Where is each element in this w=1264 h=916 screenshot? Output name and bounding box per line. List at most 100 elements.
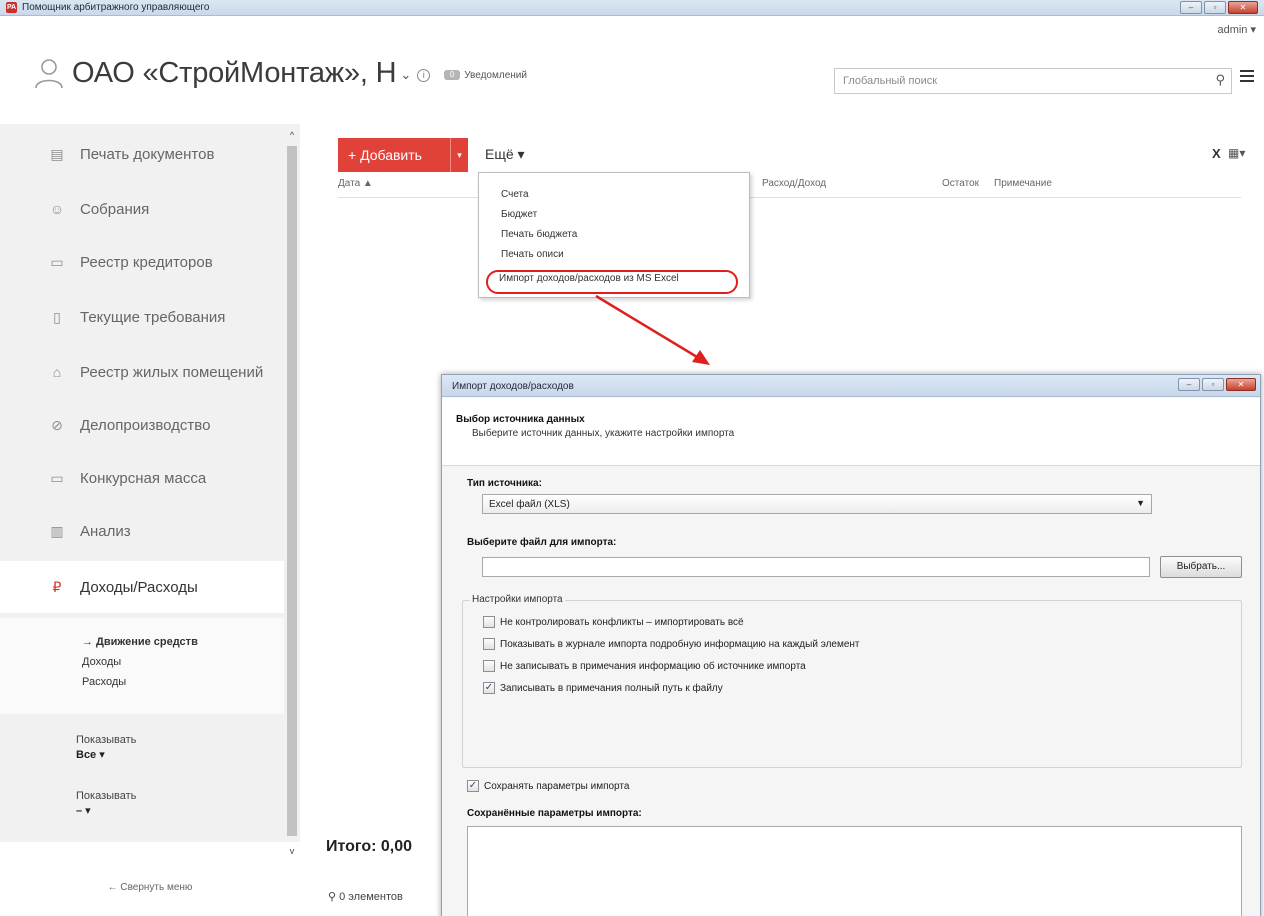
save-params-checkbox[interactable]: ✓ Сохранять параметры импорта (467, 780, 629, 792)
filter-value[interactable]: – ▾ (76, 804, 136, 817)
option-no-conflict-check[interactable]: Не контролировать конфликты – импортиров… (483, 616, 744, 628)
org-selector[interactable]: ОАО «СтройМонтаж», Н ⌄ i 0 Уведомлений (32, 56, 527, 90)
box-icon: ▭ (50, 470, 64, 486)
sidebar-item-label: Реестр жилых помещений (80, 363, 264, 381)
scroll-down-arrow-icon[interactable]: v (286, 846, 298, 856)
notifications-label[interactable]: Уведомлений (464, 70, 527, 81)
checkbox[interactable] (483, 638, 495, 650)
saved-params-label: Сохранённые параметры импорта: (467, 808, 642, 819)
import-settings-label: Настройки импорта (470, 594, 565, 605)
dialog-close-button[interactable]: ✕ (1226, 378, 1256, 391)
dialog-title-bar: Импорт доходов/расходов – ▫ ✕ (442, 375, 1260, 397)
subnav-item-cashflow[interactable]: → Движение средств (82, 636, 198, 648)
dialog-maximize-button[interactable]: ▫ (1202, 378, 1224, 391)
clipboard-icon: ▯ (53, 309, 61, 325)
notifications-count-badge[interactable]: 0 (444, 70, 461, 80)
column-header-balance[interactable]: Остаток (942, 178, 979, 189)
menu-item-accounts[interactable]: Счета (501, 189, 529, 200)
dropdown-arrow-icon[interactable]: ▼ (1136, 498, 1145, 508)
sidebar-item-label: Текущие требования (80, 308, 226, 326)
search-placeholder: Глобальный поиск (843, 75, 938, 87)
sidebar-item-1[interactable]: ☺ Собрания (0, 183, 284, 235)
close-button[interactable]: ✕ (1228, 1, 1258, 14)
file-path-input[interactable] (482, 557, 1150, 577)
hamburger-menu-icon[interactable] (1240, 70, 1254, 84)
filter-show-second[interactable]: Показывать – ▾ (76, 790, 136, 817)
chevron-down-icon[interactable]: ⌄ (400, 67, 411, 83)
dialog-title: Импорт доходов/расходов (452, 381, 574, 392)
house-icon: ⌂ (52, 364, 62, 380)
sidebar-item-7[interactable]: ▥ Анализ (0, 505, 284, 557)
org-title: ОАО «СтройМонтаж», Н (72, 56, 397, 89)
sidebar-item-0[interactable]: ▤ Печать документов (0, 128, 284, 180)
app-logo-icon: РА (6, 2, 17, 13)
dialog-heading: Выбор источника данных (456, 414, 585, 425)
add-button[interactable]: + Добавить ▾ (338, 138, 468, 172)
sidebar-item-label: Анализ (80, 522, 131, 540)
scroll-thumb[interactable] (287, 146, 297, 836)
option-label: Показывать в журнале импорта подробную и… (500, 638, 860, 650)
source-type-select[interactable]: Excel файл (XLS) ▼ (482, 494, 1152, 514)
dialog-header: Выбор источника данных Выберите источник… (442, 398, 1260, 466)
sidebar-item-label: Собрания (80, 200, 150, 218)
registry-icon: ▭ (50, 254, 64, 270)
bar-chart-icon: ▥ (50, 523, 64, 539)
sidebar-item-8[interactable]: ₽ Доходы/Расходы (0, 561, 284, 613)
collapse-menu-button[interactable]: ← Свернуть меню (0, 860, 300, 916)
sidebar-item-label: Печать документов (80, 145, 215, 163)
add-button-label[interactable]: + Добавить (348, 138, 422, 172)
filter-show-all[interactable]: Показывать Все ▾ (76, 734, 136, 761)
item-count: ⚲ 0 элементов (328, 890, 403, 903)
scroll-up-arrow-icon[interactable]: ^ (286, 130, 298, 140)
menu-item-print-inventory[interactable]: Печать описи (501, 249, 564, 260)
paperclip-icon: ⊘ (51, 417, 63, 433)
search-icon[interactable]: ⚲ (328, 891, 339, 903)
total-amount: Итого: 0,00 (326, 838, 413, 855)
dialog-minimize-button[interactable]: – (1178, 378, 1200, 391)
menu-item-budget[interactable]: Бюджет (501, 209, 537, 220)
org-person-icon (32, 56, 66, 90)
sidebar-scrollbar[interactable]: ^ v (286, 130, 298, 858)
info-icon[interactable]: i (417, 68, 431, 82)
column-settings-icon[interactable]: ▦▾ (1228, 146, 1245, 160)
minimize-button[interactable]: – (1180, 1, 1202, 14)
search-icon[interactable]: ⚲ (1215, 72, 1225, 88)
checkbox-checked[interactable]: ✓ (467, 780, 479, 792)
clear-filter-icon[interactable]: X (1212, 146, 1221, 161)
sidebar-item-label: Делопроизводство (80, 416, 211, 434)
filter-value[interactable]: Все ▾ (76, 748, 136, 761)
checkbox[interactable] (483, 660, 495, 672)
add-dropdown-chevron-icon[interactable]: ▾ (450, 138, 468, 172)
save-params-label: Сохранять параметры импорта (484, 780, 630, 792)
checkbox-checked[interactable]: ✓ (483, 682, 495, 694)
sidebar-item-6[interactable]: ▭ Конкурсная масса (0, 452, 284, 504)
source-type-value: Excel файл (XLS) (489, 499, 570, 510)
menu-item-print-budget[interactable]: Печать бюджета (501, 229, 577, 240)
subnav-item-expenses[interactable]: Расходы (82, 676, 126, 688)
option-full-path-note[interactable]: ✓ Записывать в примечания полный путь к ф… (483, 682, 723, 694)
subnav-item-income[interactable]: Доходы (82, 656, 121, 668)
sidebar-item-label: Доходы/Расходы (80, 578, 198, 596)
header-divider (338, 197, 1241, 198)
option-detailed-log[interactable]: Показывать в журнале импорта подробную и… (483, 638, 860, 650)
checkbox[interactable] (483, 616, 495, 628)
column-header-amount[interactable]: Расход/Доход (762, 178, 826, 189)
global-search-input[interactable]: Глобальный поиск ⚲ (834, 68, 1232, 94)
column-header-note[interactable]: Примечание (994, 178, 1052, 189)
user-menu[interactable]: admin ▾ (1217, 23, 1256, 36)
option-label: Не контролировать конфликты – импортиров… (500, 616, 744, 628)
source-type-label: Тип источника: (467, 478, 542, 489)
sidebar-item-2[interactable]: ▭ Реестр кредиторов (0, 236, 284, 288)
saved-params-list[interactable] (467, 826, 1242, 916)
sidebar-item-5[interactable]: ⊘ Делопроизводство (0, 399, 284, 451)
item-count-label: 0 элементов (339, 891, 403, 903)
browse-button[interactable]: Выбрать... (1160, 556, 1242, 578)
column-header-date[interactable]: Дата ▲ (338, 178, 373, 189)
more-menu-button[interactable]: Ещё ▾ (485, 146, 525, 163)
maximize-button[interactable]: ▫ (1204, 1, 1226, 14)
option-no-source-note[interactable]: Не записывать в примечания информацию об… (483, 660, 806, 672)
sidebar-item-4[interactable]: ⌂ Реестр жилых помещений (0, 346, 284, 398)
file-label: Выберите файл для импорта: (467, 537, 617, 548)
sidebar-item-label: Реестр кредиторов (80, 253, 213, 271)
sidebar-item-3[interactable]: ▯ Текущие требования (0, 291, 284, 343)
